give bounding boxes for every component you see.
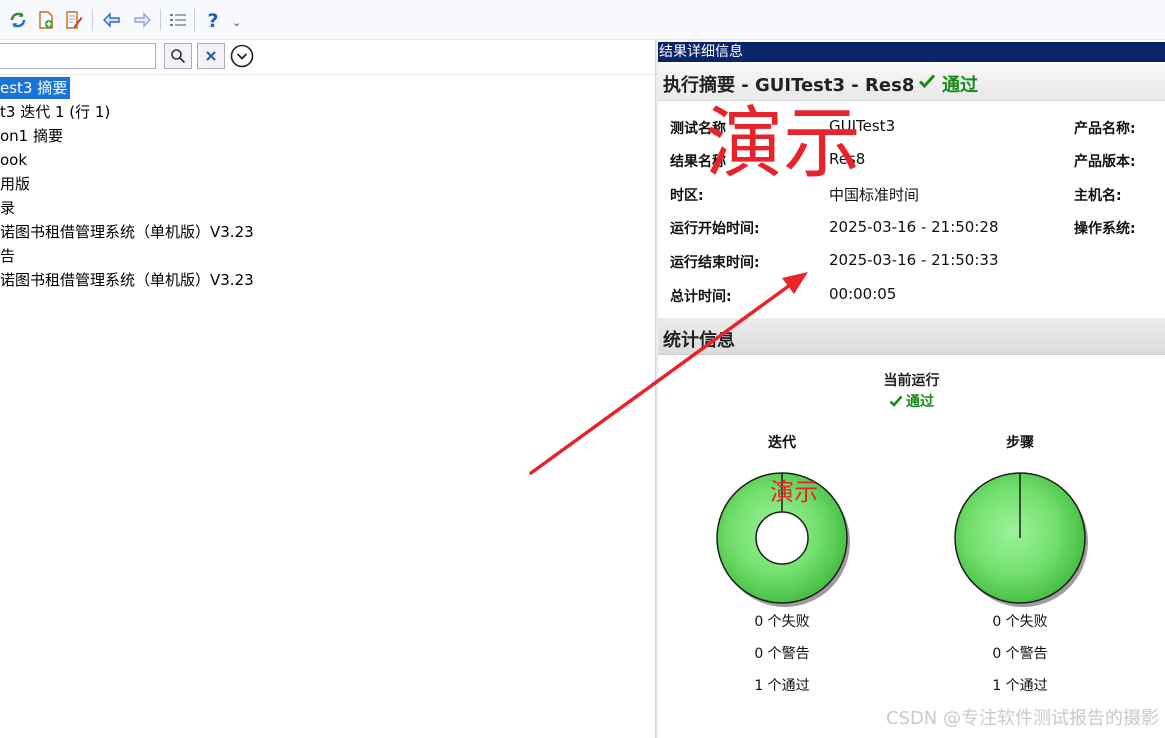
chevron-down-circle-icon <box>230 44 254 68</box>
search-button[interactable] <box>164 43 192 69</box>
stats-header: 统计信息 <box>658 318 1165 355</box>
expand-options-button[interactable] <box>230 44 254 68</box>
tree-item[interactable]: t3 迭代 1 (行 1) <box>0 101 110 123</box>
add-file-icon[interactable] <box>34 8 58 32</box>
iterations-failed: 0 个失败 <box>754 614 810 630</box>
info-label: 产品版本: <box>1074 154 1136 170</box>
info-label: 时区: <box>670 188 704 204</box>
tree-item[interactable]: 用版 <box>0 173 30 195</box>
info-label: 运行开始时间: <box>670 221 760 237</box>
info-label: 运行结束时间: <box>670 255 760 271</box>
info-value: 2025-03-16 - 21:50:28 <box>829 218 999 236</box>
current-run-status: 通过 <box>658 391 1165 411</box>
steps-warnings: 0 个警告 <box>992 646 1048 662</box>
check-icon <box>918 74 936 89</box>
close-icon <box>206 51 216 61</box>
toolbar-separator <box>194 9 195 31</box>
info-label: 主机名: <box>1074 188 1122 204</box>
tree-item[interactable]: ook <box>0 149 27 171</box>
check-icon <box>889 395 903 407</box>
tree-item[interactable]: est3 摘要 <box>0 77 71 99</box>
info-label: 测试名称 <box>670 121 726 137</box>
info-label: 总计时间: <box>670 289 732 305</box>
steps-pie-chart <box>954 472 1088 607</box>
donut-hole <box>755 511 809 565</box>
toolbar-separator <box>160 9 161 31</box>
tree-item[interactable]: on1 摘要 <box>0 125 63 147</box>
summary-header: 执行摘要 - GUITest3 - Res8 通过 <box>658 64 1165 101</box>
info-value: Res8 <box>829 150 866 168</box>
toolbar: ? ⌄ <box>0 0 1165 40</box>
back-arrow-icon[interactable] <box>100 8 124 32</box>
panel-title: 结果详细信息 <box>658 42 1165 62</box>
left-pane: est3 摘要 t3 迭代 1 (行 1) on1 摘要 ook 用版 录 诺图… <box>0 40 655 738</box>
iterations-donut-chart <box>716 472 850 607</box>
steps-passed: 1 个通过 <box>992 678 1048 694</box>
tree-item[interactable]: 录 <box>0 197 15 219</box>
stats-title: 统计信息 <box>663 330 735 351</box>
list-icon[interactable] <box>166 8 190 32</box>
info-value: GUITest3 <box>829 117 896 135</box>
info-label: 结果名称 <box>670 154 726 170</box>
steps-chart-title: 步骤 <box>1006 435 1034 451</box>
tree-item[interactable]: 告 <box>0 245 15 267</box>
iterations-chart-title: 迭代 <box>768 435 796 451</box>
current-status-text: 通过 <box>906 394 934 410</box>
result-details-pane: 结果详细信息 执行摘要 - GUITest3 - Res8 通过 测试名称 GU… <box>658 40 1165 738</box>
info-value: 2025-03-16 - 21:50:33 <box>829 251 999 269</box>
info-label: 产品名称: <box>1074 121 1136 137</box>
summary-title: 执行摘要 - GUITest3 - Res8 <box>663 75 915 96</box>
search-icon <box>171 49 186 64</box>
current-run-label: 当前运行 <box>883 373 940 389</box>
refresh-icon[interactable] <box>6 8 30 32</box>
forward-arrow-icon[interactable] <box>130 8 154 32</box>
toolbar-separator <box>92 9 93 31</box>
iterations-warnings: 0 个警告 <box>754 646 810 662</box>
iterations-passed: 1 个通过 <box>754 678 810 694</box>
clear-search-button[interactable] <box>197 43 225 69</box>
steps-failed: 0 个失败 <box>992 614 1048 630</box>
summary-status: 通过 <box>942 75 978 96</box>
edit-icon[interactable] <box>62 8 86 32</box>
tree-item[interactable]: 诺图书租借管理系统（单机版）V3.23 <box>0 269 254 291</box>
toolbar-overflow-icon[interactable]: ⌄ <box>232 16 241 29</box>
svg-text:?: ? <box>207 10 218 30</box>
info-value: 中国标准时间 <box>829 186 920 204</box>
left-divider <box>0 74 655 75</box>
help-icon[interactable]: ? <box>201 8 225 32</box>
tree-item[interactable]: 诺图书租借管理系统（单机版）V3.23 <box>0 221 254 243</box>
info-label: 操作系统: <box>1074 221 1136 237</box>
search-input[interactable] <box>0 43 156 69</box>
info-value: 00:00:05 <box>829 285 897 303</box>
